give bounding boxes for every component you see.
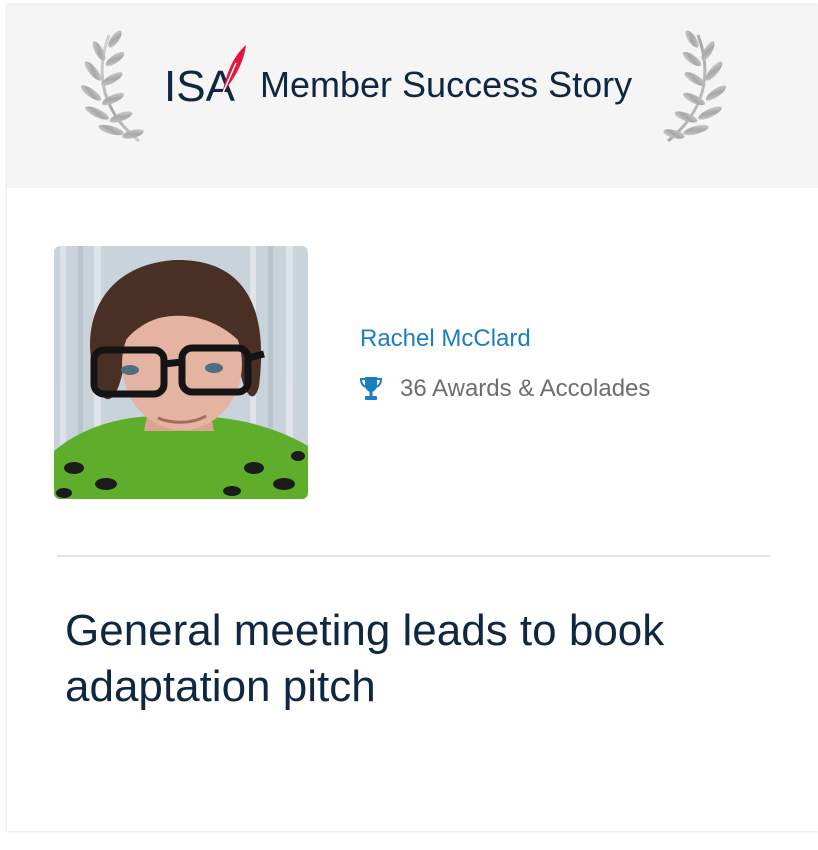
isa-logo[interactable]: ISA (164, 43, 248, 107)
story-title[interactable]: General meeting leads to book adaptation… (65, 603, 755, 715)
laurel-left-icon (80, 30, 144, 143)
trophy-icon (360, 377, 382, 400)
success-story-card[interactable]: ISA Member Success Story Rachel McClard … (7, 5, 818, 831)
laurel-right-icon (663, 30, 727, 143)
member-avatar[interactable] (54, 246, 308, 499)
awards-row: 36 Awards & Accolades (360, 373, 650, 405)
card-header: ISA Member Success Story (7, 5, 818, 188)
divider (57, 555, 770, 557)
awards-count-text: 36 Awards & Accolades (400, 375, 651, 402)
header-title: Member Success Story (260, 64, 633, 105)
member-name-link[interactable]: Rachel McClard (360, 323, 531, 355)
